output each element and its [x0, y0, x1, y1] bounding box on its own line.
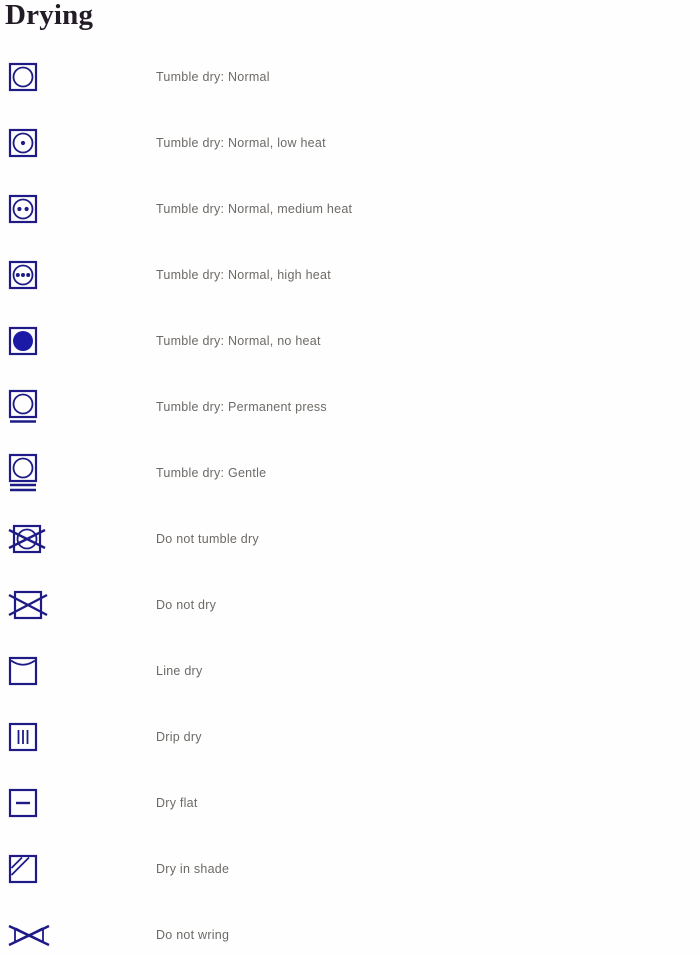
- list-item: Do not tumble dry: [0, 506, 700, 572]
- list-item: Tumble dry: Gentle: [0, 440, 700, 506]
- symbol-label: Do not dry: [156, 598, 217, 612]
- symbol-label: Dry in shade: [156, 862, 230, 876]
- symbol-label: Tumble dry: Normal, medium heat: [156, 202, 353, 216]
- page-title: Drying: [5, 0, 94, 31]
- list-item: Tumble dry: Permanent press: [0, 374, 700, 440]
- list-item: Tumble dry: Normal, low heat: [0, 110, 700, 176]
- tumble-dry-medium-heat-icon: [8, 176, 54, 242]
- tumble-dry-low-heat-icon: [8, 110, 54, 176]
- do-not-dry-icon: [8, 572, 54, 638]
- list-item: Tumble dry: Normal, medium heat: [0, 176, 700, 242]
- dry-flat-icon: [8, 770, 54, 836]
- list-item: Tumble dry: Normal: [0, 44, 700, 110]
- tumble-dry-gentle-icon: [8, 440, 54, 506]
- symbol-label: Do not wring: [156, 928, 230, 942]
- drying-symbols-page: Drying Tumble dry: Normal Tumble dry: No…: [0, 0, 700, 955]
- tumble-dry-permanent-press-icon: [8, 374, 54, 440]
- line-dry-icon: [8, 638, 54, 704]
- symbol-label: Dry flat: [156, 796, 198, 810]
- symbol-label: Tumble dry: Normal: [156, 70, 270, 84]
- symbol-label: Drip dry: [156, 730, 202, 744]
- list-item: Dry flat: [0, 770, 700, 836]
- list-item: Do not wring: [0, 902, 700, 955]
- dry-in-shade-icon: [8, 836, 54, 902]
- list-item: Drip dry: [0, 704, 700, 770]
- symbol-label: Do not tumble dry: [156, 532, 259, 546]
- tumble-dry-no-heat-icon: [8, 308, 54, 374]
- list-item: Line dry: [0, 638, 700, 704]
- list-item: Dry in shade: [0, 836, 700, 902]
- symbol-label: Tumble dry: Normal, no heat: [156, 334, 321, 348]
- tumble-dry-high-heat-icon: [8, 242, 54, 308]
- tumble-dry-normal-icon: [8, 44, 54, 110]
- symbol-list: Tumble dry: Normal Tumble dry: Normal, l…: [0, 44, 700, 955]
- symbol-label: Line dry: [156, 664, 203, 678]
- symbol-label: Tumble dry: Gentle: [156, 466, 267, 480]
- symbol-label: Tumble dry: Normal, low heat: [156, 136, 326, 150]
- symbol-label: Tumble dry: Normal, high heat: [156, 268, 331, 282]
- drip-dry-icon: [8, 704, 54, 770]
- do-not-wring-icon: [8, 902, 54, 955]
- list-item: Do not dry: [0, 572, 700, 638]
- list-item: Tumble dry: Normal, high heat: [0, 242, 700, 308]
- do-not-tumble-dry-icon: [8, 506, 54, 572]
- list-item: Tumble dry: Normal, no heat: [0, 308, 700, 374]
- symbol-label: Tumble dry: Permanent press: [156, 400, 327, 414]
